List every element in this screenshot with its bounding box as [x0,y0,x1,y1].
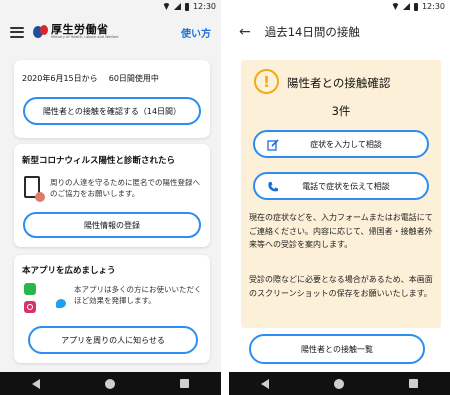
contact-list-label: 陽性者との接触一覧 [301,344,373,354]
home-screen: 12:30 厚生労働省 Ministry of Health, Labour a… [0,0,221,395]
battery-icon [184,2,189,11]
alert-title: 陽性者との接触確認 [287,76,391,90]
android-nav-bar [0,372,221,395]
symptom-form-button[interactable]: 症状を入力して相談 [253,130,429,158]
register-title: 新型コロナウィルス陽性と診断されたら [22,156,176,166]
instagram-icon [24,301,36,313]
screenshot-instructions: 受診の際などに必要となる場合があるため、本画面のスクリーンショットの保存をお願い… [249,275,433,298]
nav-recent-icon[interactable] [408,379,418,388]
line-icon [24,283,36,295]
battery-icon [413,2,418,11]
twitter-icon [56,299,66,308]
register-positive-label: 陽性情報の登録 [84,220,140,230]
register-positive-button[interactable]: 陽性情報の登録 [23,212,201,238]
nav-back-icon[interactable] [261,378,270,389]
share-app-label: アプリを周りの人に知らせる [61,335,165,345]
contact-list-button[interactable]: 陽性者との接触一覧 [249,334,425,364]
nav-recent-icon[interactable] [179,379,189,388]
share-card: 本アプリを広めましょう 本アプリは多くの方にお使いいただくほど効果を発揮します。… [14,255,210,363]
app-screenshots: 12:30 厚生労働省 Ministry of Health, Labour a… [0,0,450,395]
wifi-icon [391,3,399,10]
share-description: 本アプリは多くの方にお使いいただくほど効果を発揮します。 [74,285,202,305]
contact-app-bar: ← 過去14日間の接触 [229,13,450,51]
contact-instructions: 現在の症状などを、入力フォームまたはお電話にてご連絡ください。内容に応じて、帰国… [249,213,433,249]
register-card: 新型コロナウィルス陽性と診断されたら 周りの人達を守るために匿名での陽性登録への… [14,144,210,247]
contact-alert-panel: ! 陽性者との接触確認 3件 症状を入力して相談 電話で症状を伝えて相談 現在の… [241,60,441,328]
phone-plus-icon [24,176,45,202]
phone-icon [268,182,278,192]
howto-link[interactable]: 使い方 [181,25,211,40]
status-bar: 12:30 [0,0,221,13]
status-bar: 12:30 [229,0,450,13]
warning-icon: ! [254,69,279,94]
wifi-icon [162,3,170,10]
usage-days: 60日間使用中 [108,74,159,83]
mhlw-logo-mark-icon [32,24,48,40]
phone-consult-label: 電話で症状を伝えて相談 [302,181,390,191]
edit-icon [267,139,279,151]
contact-screen: 12:30 ← 過去14日間の接触 ! 陽性者との接触確認 3件 症状を入力して… [229,0,450,395]
phone-consult-button[interactable]: 電話で症状を伝えて相談 [253,172,429,200]
status-time: 12:30 [421,2,445,11]
register-description: 周りの人達を守るために匿名での陽性登録へのご協力をお願いします。 [50,178,200,198]
menu-icon[interactable] [10,26,24,38]
status-time: 12:30 [192,2,216,11]
symptom-form-label: 症状を入力して相談 [310,139,382,149]
back-arrow-icon[interactable]: ← [239,25,251,39]
contact-count: 3件 [331,104,351,118]
share-title: 本アプリを広めましょう [22,266,116,276]
check-contact-label: 陽性者との接触を確認する（14日間） [42,106,182,116]
usage-date-line: 2020年6月15日から 60日間使用中 [22,73,159,84]
home-app-bar: 厚生労働省 Ministry of Health, Labour and Wel… [0,13,221,51]
check-contact-button[interactable]: 陽性者との接触を確認する（14日間） [23,97,201,125]
usage-card: 2020年6月15日から 60日間使用中 陽性者との接触を確認する（14日間） [14,60,210,138]
org-name: 厚生労働省 [51,23,109,37]
share-app-button[interactable]: アプリを周りの人に知らせる [28,326,198,354]
nav-back-icon[interactable] [32,378,41,389]
nav-home-icon[interactable] [333,378,344,389]
org-subtitle: Ministry of Health, Labour and Welfare [51,35,119,40]
mhlw-logo: 厚生労働省 Ministry of Health, Labour and Wel… [32,24,118,40]
signal-icon [173,3,181,10]
android-nav-bar [229,372,450,395]
signal-icon [402,3,410,10]
usage-start-date: 2020年6月15日から [22,74,98,83]
nav-home-icon[interactable] [104,378,115,389]
screen-title: 過去14日間の接触 [264,25,360,39]
